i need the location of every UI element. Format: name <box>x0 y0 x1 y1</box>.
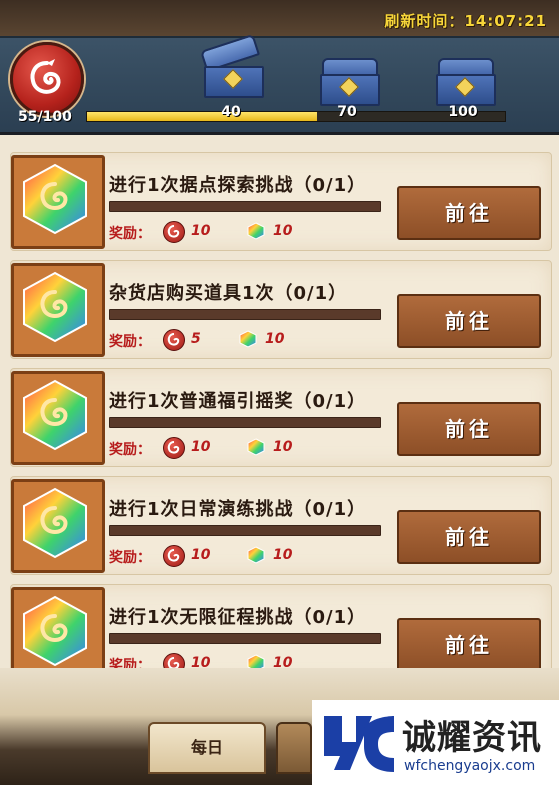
leaf-coin-icon <box>163 545 185 567</box>
reward-coin-amount: 10 <box>191 547 211 563</box>
leaf-coin-icon <box>163 329 185 351</box>
refresh-time: 刷新时间：14:07:21 <box>384 12 547 30</box>
chest-100-icon[interactable] <box>434 58 496 106</box>
reward-coin-amount: 10 <box>191 439 211 455</box>
task-icon-frame <box>11 371 105 465</box>
task-title: 进行1次普通福引摇奖（0/1） <box>109 391 367 412</box>
task-title: 进行1次据点探索挑战（0/1） <box>109 175 367 196</box>
rainbow-gem-small-icon <box>247 546 265 564</box>
rainbow-gem-icon <box>23 163 87 235</box>
task-row: 进行1次日常演练挑战（0/1） 奖励： 10 10 前往 <box>10 476 552 575</box>
top-band: 刷新时间：14:07:21 <box>0 0 559 36</box>
chest-70-icon[interactable] <box>318 58 380 106</box>
activity-progress-fill <box>87 112 317 121</box>
task-progress-bar <box>109 525 381 536</box>
task-progress-bar <box>109 309 381 320</box>
reward-label: 奖励： <box>109 442 151 458</box>
watermark-name: 诚耀资讯 <box>402 718 542 758</box>
task-row: 进行1次普通福引摇奖（0/1） 奖励： 10 10 前往 <box>10 368 552 467</box>
milestone-70: 70 <box>337 104 357 120</box>
rainbow-gem-icon <box>23 271 87 343</box>
reward-label: 奖励： <box>109 550 151 566</box>
milestone-100: 100 <box>448 104 478 120</box>
tab-daily[interactable]: 每日 <box>148 722 266 774</box>
rainbow-gem-small-icon <box>239 330 257 348</box>
activity-progress-panel: 55/100 40 70 100 <box>0 33 559 135</box>
activity-points: 55/100 <box>18 109 72 125</box>
task-title: 杂货店购买道具1次（0/1） <box>109 283 348 304</box>
go-button[interactable]: 前往 <box>397 618 541 672</box>
milestone-40: 40 <box>221 104 241 120</box>
leaf-coin-icon <box>163 221 185 243</box>
reward-label: 奖励： <box>109 334 151 350</box>
task-icon-frame <box>11 587 105 681</box>
rainbow-gem-small-icon <box>247 222 265 240</box>
reward-gem-amount: 10 <box>273 439 293 455</box>
reward-gem-amount: 10 <box>273 547 293 563</box>
go-button[interactable]: 前往 <box>397 186 541 240</box>
task-progress-bar <box>109 201 381 212</box>
reward-coin-amount: 5 <box>191 331 201 347</box>
task-title: 进行1次日常演练挑战（0/1） <box>109 499 367 520</box>
reward-gem-amount: 10 <box>265 331 285 347</box>
activity-emblem-icon <box>10 42 84 116</box>
go-button[interactable]: 前往 <box>397 294 541 348</box>
rainbow-gem-icon <box>23 595 87 667</box>
task-icon-frame <box>11 155 105 249</box>
leaf-coin-icon <box>163 437 185 459</box>
watermark-logo-icon <box>324 716 394 772</box>
task-title: 进行1次无限征程挑战（0/1） <box>109 607 367 628</box>
rainbow-gem-small-icon <box>247 438 265 456</box>
rainbow-gem-icon <box>23 487 87 559</box>
task-icon-frame <box>11 263 105 357</box>
watermark-url: wfchengyaojx.com <box>404 758 536 774</box>
reward-gem-amount: 10 <box>273 223 293 239</box>
reward-coin-amount: 10 <box>191 223 211 239</box>
go-button[interactable]: 前往 <box>397 510 541 564</box>
task-row: 进行1次据点探索挑战（0/1） 奖励： 10 10 前往 <box>10 152 552 251</box>
watermark: 诚耀资讯 wfchengyaojx.com <box>312 700 559 785</box>
task-row: 杂货店购买道具1次（0/1） 奖励： 5 10 前往 <box>10 260 552 359</box>
chest-40-icon[interactable] <box>199 33 264 98</box>
task-icon-frame <box>11 479 105 573</box>
rainbow-gem-icon <box>23 379 87 451</box>
tab-other[interactable] <box>276 722 312 774</box>
task-progress-bar <box>109 417 381 428</box>
task-progress-bar <box>109 633 381 644</box>
go-button[interactable]: 前往 <box>397 402 541 456</box>
reward-label: 奖励： <box>109 226 151 242</box>
